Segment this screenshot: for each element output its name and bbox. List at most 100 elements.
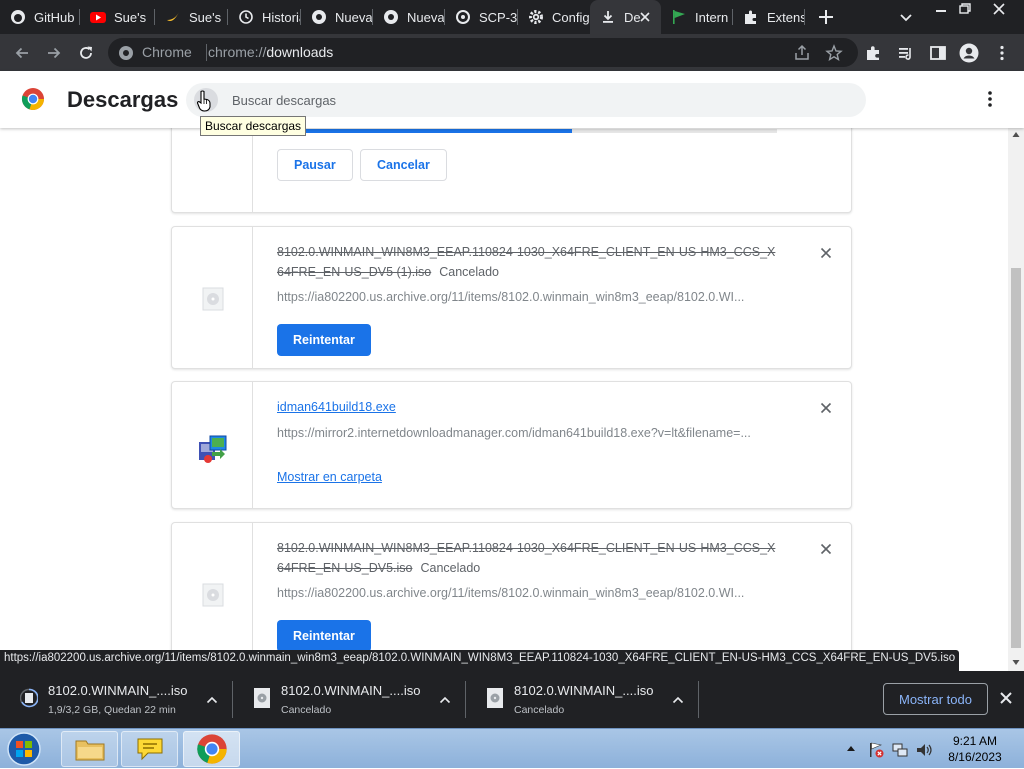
side-panel-icon[interactable] — [927, 42, 949, 64]
more-options-icon[interactable] — [980, 89, 1000, 109]
forward-icon[interactable] — [43, 42, 65, 64]
taskbar-explorer[interactable] — [61, 731, 118, 767]
hand-cursor-icon — [196, 90, 211, 112]
download-icon-column — [172, 227, 253, 368]
profile-avatar-icon[interactable] — [958, 42, 980, 64]
tab-youtube[interactable]: Sue's — [80, 0, 155, 34]
cancel-button[interactable]: Cancelar — [360, 149, 447, 181]
browser-menu-icon[interactable] — [991, 42, 1013, 64]
action-center-flag-icon[interactable] — [867, 741, 885, 759]
page-title: Descargas — [67, 87, 179, 112]
page-scrollbar[interactable] — [1008, 128, 1024, 671]
tab-historial[interactable]: Historial — [228, 0, 301, 34]
folder-icon — [75, 740, 104, 761]
taskbar-chrome[interactable] — [183, 731, 240, 767]
download-shelf: 8102.0.WINMAIN_....iso 1,9/3,2 GB, Queda… — [0, 671, 1024, 728]
share-icon[interactable] — [791, 42, 813, 64]
tab-nueva-2[interactable]: Nueva — [373, 0, 445, 34]
history-icon — [238, 9, 254, 25]
search-box[interactable] — [186, 83, 866, 117]
download-source-url[interactable]: https://ia802200.us.archive.org/11/items… — [277, 290, 777, 304]
chrome-logo-icon — [196, 734, 227, 764]
chevron-up-icon[interactable] — [671, 693, 685, 707]
tab-github[interactable]: GitHub — [0, 0, 80, 34]
tab-configuracion[interactable]: Config — [518, 0, 590, 34]
retry-button[interactable]: Reintentar — [277, 324, 371, 356]
file-name: 8102.0.WINMAIN_WIN8M3_EEAP.110824-1030_X… — [277, 242, 777, 282]
download-card-cancelled-2: 8102.0.WINMAIN_WIN8M3_EEAP.110824-1030_X… — [171, 522, 852, 665]
volume-icon[interactable] — [915, 741, 933, 759]
tab-close-icon[interactable] — [637, 9, 653, 25]
tab-scp[interactable]: SCP-3 — [445, 0, 518, 34]
shelf-file-status: Cancelado — [281, 704, 332, 716]
taskbar-clock[interactable]: 9:21 AM 8/16/2023 — [940, 733, 1010, 765]
tab-sues-banana[interactable]: Sue's — [155, 0, 228, 34]
show-all-button[interactable]: Mostrar todo — [883, 683, 988, 715]
search-input[interactable] — [232, 90, 832, 110]
scroll-down-icon[interactable] — [1012, 658, 1020, 666]
extensions-icon[interactable] — [863, 42, 885, 64]
tab-separator — [804, 9, 805, 25]
tab-label: Nueva — [407, 9, 445, 25]
restore-icon[interactable] — [950, 0, 980, 18]
tab-label: SCP-3 — [479, 9, 518, 25]
remove-download-icon[interactable] — [818, 400, 834, 416]
new-tab-icon[interactable] — [816, 7, 836, 27]
scp-icon — [455, 9, 471, 25]
tab-label: Intern — [695, 9, 729, 25]
shelf-item-downloading[interactable]: 8102.0.WINMAIN_....iso 1,9/3,2 GB, Queda… — [0, 671, 233, 728]
show-in-folder-link[interactable]: Mostrar en carpeta — [277, 470, 382, 484]
download-icon — [600, 9, 616, 25]
address-bar[interactable]: Chrome chrome://downloads — [108, 38, 858, 67]
file-name: 8102.0.WINMAIN_WIN8M3_EEAP.110824-1030_X… — [277, 538, 777, 578]
download-source-url[interactable]: https://ia802200.us.archive.org/11/items… — [277, 586, 777, 600]
file-name-link[interactable]: idman641build18.exe — [277, 400, 396, 414]
network-icon[interactable] — [891, 741, 909, 759]
retry-button[interactable]: Reintentar — [277, 620, 371, 652]
window-close-icon[interactable] — [984, 0, 1014, 18]
url-scheme: chrome:// — [208, 44, 267, 60]
taskbar-messenger[interactable] — [121, 731, 178, 767]
chevron-down-icon[interactable] — [896, 7, 916, 27]
shelf-item-cancelled-1[interactable]: 8102.0.WINMAIN_....iso Cancelado — [233, 671, 466, 728]
download-source-url[interactable]: https://mirror2.internetdownloadmanager.… — [277, 426, 777, 440]
chevron-up-icon[interactable] — [438, 693, 452, 707]
omnibox-chip-label: Chrome — [142, 44, 192, 60]
github-icon — [10, 9, 26, 25]
close-shelf-icon[interactable] — [998, 690, 1014, 706]
windows-start-icon[interactable] — [4, 730, 44, 768]
tab-label: Extens — [767, 9, 805, 25]
scroll-up-icon[interactable] — [1012, 131, 1020, 139]
downloads-list: Pausar Cancelar 8102.0.WINMAIN_WIN8M3_EE… — [0, 128, 1008, 671]
pause-button[interactable]: Pausar — [277, 149, 353, 181]
reload-icon[interactable] — [75, 42, 97, 64]
tab-descargas[interactable]: De — [590, 0, 661, 34]
chat-bubble-icon — [137, 738, 162, 761]
disc-file-icon — [202, 287, 224, 311]
download-status: Cancelado — [420, 561, 481, 575]
downloading-file-icon — [20, 688, 38, 708]
chrome-tab-icon — [311, 9, 327, 25]
tray-expand-icon[interactable] — [846, 744, 856, 754]
flag-icon — [671, 9, 687, 25]
tab-nueva-1[interactable]: Nueva — [301, 0, 373, 34]
tab-label: Sue's — [189, 9, 222, 25]
back-icon[interactable] — [11, 42, 33, 64]
tab-internet[interactable]: Intern — [661, 0, 733, 34]
download-card-completed: idman641build18.exe https://mirror2.inte… — [171, 381, 852, 509]
url-host: downloads — [266, 44, 334, 60]
browser-toolbar: Chrome chrome://downloads — [0, 34, 1024, 71]
remove-download-icon[interactable] — [818, 245, 834, 261]
scrollbar-thumb[interactable] — [1011, 268, 1021, 648]
youtube-icon — [90, 9, 106, 25]
puzzle-icon — [743, 9, 759, 25]
shelf-item-cancelled-2[interactable]: 8102.0.WINMAIN_....iso Cancelado — [466, 671, 699, 728]
remove-download-icon[interactable] — [818, 541, 834, 557]
disc-file-icon — [254, 688, 270, 708]
star-icon[interactable] — [823, 42, 845, 64]
chevron-up-icon[interactable] — [205, 693, 219, 707]
media-queue-icon[interactable] — [895, 42, 917, 64]
tab-label: Nueva — [335, 9, 373, 25]
disc-file-icon — [202, 583, 224, 607]
tab-extensiones[interactable]: Extens — [733, 0, 805, 34]
